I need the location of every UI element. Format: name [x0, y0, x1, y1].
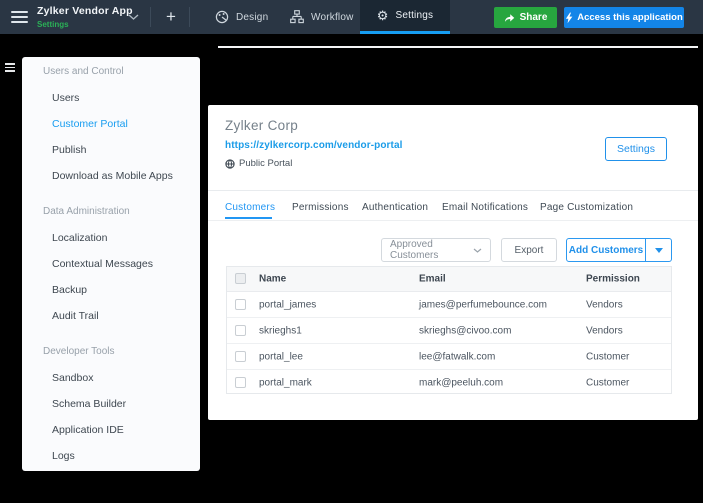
sidebar-item-contextual-messages[interactable]: Contextual Messages	[52, 258, 153, 270]
sidebar-item-customer-portal[interactable]: Customer Portal	[52, 118, 128, 130]
settings-sidebar: Users and Control Users Customer Portal …	[22, 57, 200, 471]
tab-settings-label: Settings	[395, 10, 434, 21]
customers-table: Name Email Permission portal_james james…	[226, 266, 672, 394]
sidebar-item-localization[interactable]: Localization	[52, 232, 107, 244]
app-subtitle: Settings	[37, 20, 69, 29]
cell-permission: Customer	[586, 351, 630, 362]
cell-name: portal_james	[259, 299, 317, 310]
chevron-down-icon[interactable]	[128, 14, 139, 20]
share-button-label: Share	[519, 12, 548, 23]
sidebar-item-publish[interactable]: Publish	[52, 144, 86, 156]
sidebar-item-audit-trail[interactable]: Audit Trail	[52, 310, 99, 322]
lightning-icon	[565, 12, 573, 24]
table-row[interactable]: portal_mark mark@peeluh.com Customer	[227, 370, 671, 395]
app-switcher[interactable]: Zylker Vendor App Settings	[37, 5, 133, 29]
backdrop-divider-line	[218, 46, 698, 48]
tab-email-notifications[interactable]: Email Notifications	[442, 202, 528, 213]
column-header-permission: Permission	[586, 273, 640, 285]
cell-name: portal_mark	[259, 377, 312, 388]
add-customers-button[interactable]: Add Customers	[566, 238, 646, 262]
access-application-button[interactable]: Access this application	[564, 7, 684, 28]
sidebar-section-data-administration: Data Administration	[43, 206, 130, 217]
table-header-row: Name Email Permission	[227, 267, 671, 292]
sidebar-item-logs[interactable]: Logs	[52, 450, 75, 462]
tab-permissions[interactable]: Permissions	[292, 202, 349, 213]
tab-settings[interactable]: ⚙ Settings	[360, 0, 450, 34]
customer-filter-value: Approved Customers	[390, 239, 439, 261]
add-component-button[interactable]: +	[157, 0, 185, 34]
cell-email: james@perfumebounce.com	[419, 299, 547, 310]
share-icon	[504, 13, 515, 23]
sidebar-item-users[interactable]: Users	[52, 92, 79, 104]
portal-visibility-label: Public Portal	[239, 158, 293, 169]
add-customers-button-label: Add Customers	[568, 244, 644, 256]
column-header-name: Name	[259, 273, 287, 285]
table-row[interactable]: skrieghs1 skrieghs@civoo.com Vendors	[227, 318, 671, 344]
export-button-label: Export	[514, 244, 544, 256]
cell-permission: Vendors	[586, 325, 623, 336]
app-title: Zylker Vendor App	[37, 5, 133, 17]
cell-email: lee@fatwalk.com	[419, 351, 496, 362]
row-checkbox[interactable]	[235, 298, 246, 310]
table-row[interactable]: portal_lee lee@fatwalk.com Customer	[227, 344, 671, 370]
divider	[208, 190, 698, 191]
tab-customers[interactable]: Customers	[225, 202, 275, 213]
chevron-down-icon	[473, 248, 482, 253]
select-all-checkbox[interactable]	[235, 273, 246, 284]
tab-design-label: Design	[236, 11, 269, 23]
globe-icon	[225, 158, 235, 169]
active-tab-underline	[225, 217, 272, 219]
customer-portal-panel: Zylker Corp https://zylkercorp.com/vendo…	[208, 105, 698, 420]
access-button-label: Access this application	[577, 12, 683, 23]
add-customers-dropdown-button[interactable]	[645, 238, 672, 262]
cell-name: portal_lee	[259, 351, 303, 362]
sidebar-item-schema-builder[interactable]: Schema Builder	[52, 398, 126, 410]
divider	[208, 220, 698, 221]
row-checkbox[interactable]	[235, 350, 246, 362]
tab-workflow-label: Workflow	[311, 11, 354, 23]
sidebar-section-users-and-control: Users and Control	[43, 66, 124, 77]
sidebar-item-download-as-mobile-apps[interactable]: Download as Mobile Apps	[52, 170, 173, 182]
cell-permission: Customer	[586, 377, 630, 388]
gear-icon: ⚙	[376, 8, 389, 23]
cell-email: skrieghs@civoo.com	[419, 325, 512, 336]
export-button[interactable]: Export	[501, 238, 557, 262]
page-title: Zylker Corp	[225, 118, 299, 133]
sidebar-item-backup[interactable]: Backup	[52, 284, 87, 296]
tab-page-customization[interactable]: Page Customization	[540, 202, 633, 213]
workflow-icon	[290, 10, 304, 24]
share-button[interactable]: Share	[494, 7, 557, 28]
table-row[interactable]: portal_james james@perfumebounce.com Ven…	[227, 292, 671, 318]
design-icon	[215, 10, 229, 24]
sidebar-item-sandbox[interactable]: Sandbox	[52, 372, 93, 384]
tab-authentication[interactable]: Authentication	[362, 202, 428, 213]
cell-email: mark@peeluh.com	[419, 377, 504, 388]
portal-visibility: Public Portal	[225, 158, 292, 169]
tab-workflow[interactable]: Workflow	[278, 0, 366, 34]
portal-settings-button[interactable]: Settings	[605, 137, 667, 161]
cell-name: skrieghs1	[259, 325, 302, 336]
column-header-email: Email	[419, 273, 446, 285]
row-checkbox[interactable]	[235, 376, 246, 388]
cell-permission: Vendors	[586, 299, 623, 310]
divider	[150, 7, 151, 27]
row-checkbox[interactable]	[235, 324, 246, 336]
divider	[189, 7, 190, 27]
portal-url-link[interactable]: https://zylkercorp.com/vendor-portal	[225, 140, 403, 151]
portal-settings-button-label: Settings	[617, 143, 655, 155]
customer-filter-select[interactable]: Approved Customers	[381, 238, 491, 262]
top-bar: Zylker Vendor App Settings + Design Work…	[0, 0, 703, 34]
sidebar-item-application-ide[interactable]: Application IDE	[52, 424, 124, 436]
collapsed-panel-toggle-icon[interactable]	[5, 63, 15, 72]
app-screen: Zylker Vendor App Settings + Design Work…	[0, 0, 703, 503]
tab-design[interactable]: Design	[203, 0, 280, 34]
sidebar-section-developer-tools: Developer Tools	[43, 346, 115, 357]
caret-down-icon	[654, 247, 663, 253]
hamburger-menu-icon[interactable]	[11, 11, 28, 23]
